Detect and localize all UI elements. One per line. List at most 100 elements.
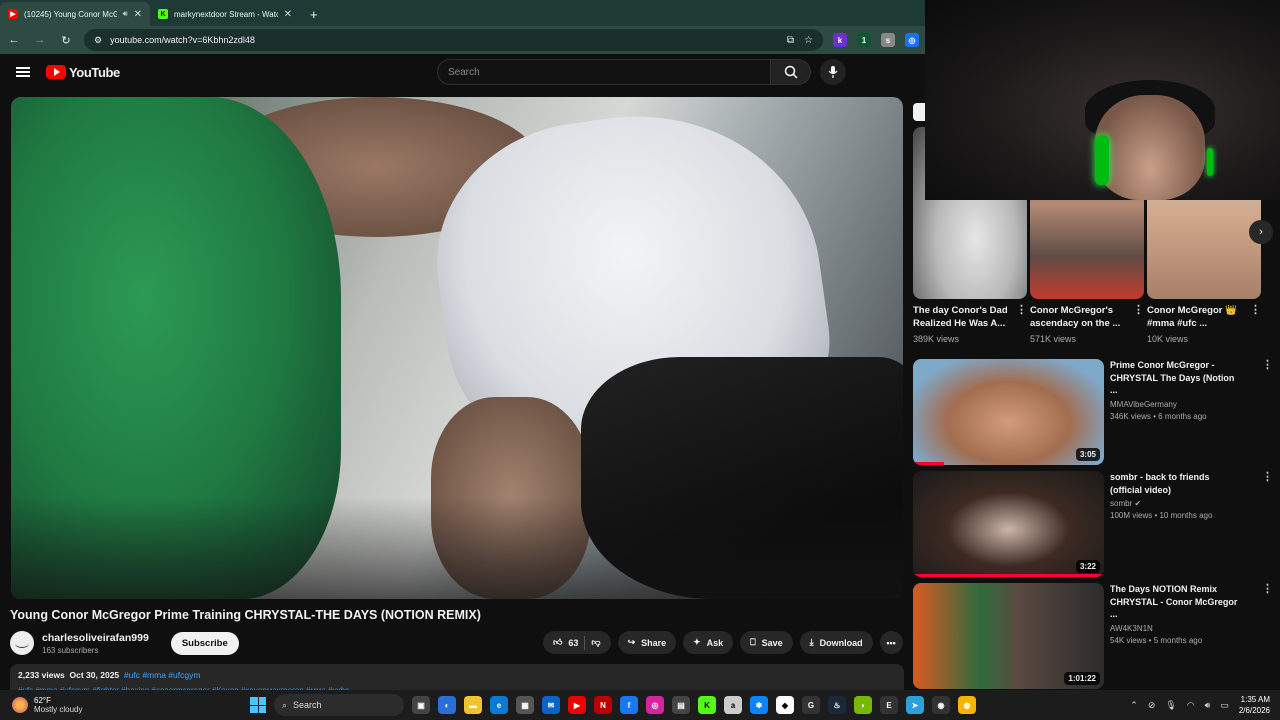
video-thumbnail[interactable]: 3:05 — [913, 359, 1104, 465]
more-actions-button[interactable]: ••• — [879, 631, 903, 654]
microphone-icon[interactable]: 🎙︎ — [1165, 700, 1176, 711]
extension-k-icon[interactable]: k — [833, 33, 847, 47]
new-tab-button[interactable]: + — [300, 2, 328, 26]
search-input[interactable]: Search — [437, 59, 771, 85]
rec-channel[interactable]: AW4K3N1N — [1110, 624, 1273, 633]
filter-chip[interactable] — [913, 103, 925, 121]
more-icon[interactable]: ⋮ — [1250, 304, 1261, 330]
voice-search-button[interactable] — [820, 59, 846, 85]
roblox-icon[interactable]: ◆ — [776, 696, 794, 714]
tab-kick[interactable]: K markynextdoor Stream - Watch ✕ — [150, 2, 300, 26]
copilot-icon[interactable]: ◐ — [438, 696, 456, 714]
shorts-next-button[interactable]: › — [1249, 220, 1273, 244]
install-icon[interactable]: ⧉ — [787, 35, 794, 46]
network-off-icon[interactable]: ⊘ — [1148, 700, 1156, 711]
weather-widget[interactable]: 62°F Mostly cloudy — [0, 696, 250, 714]
forward-icon[interactable]: → — [32, 34, 48, 46]
subscriber-count: 163 subscribers — [42, 645, 99, 655]
rec-channel[interactable]: sombr ✔ — [1110, 499, 1273, 508]
site-info-icon[interactable]: ⚙ — [94, 35, 102, 46]
recommended-video[interactable]: 3:22 sombr - back to friends (official v… — [913, 471, 1273, 577]
rec-meta: 346K views • 6 months ago — [1110, 411, 1207, 421]
like-icon[interactable]: 👍︎ — [553, 637, 562, 648]
telegram-icon[interactable]: ➤ — [906, 696, 924, 714]
netflix-icon[interactable]: N — [594, 696, 612, 714]
ask-button[interactable]: ✦ Ask — [683, 631, 734, 654]
instagram-icon[interactable]: ◎ — [646, 696, 664, 714]
obs-icon[interactable]: ◉ — [932, 696, 950, 714]
download-label: Download — [819, 637, 863, 648]
speaker-icon[interactable]: 🔊︎ — [123, 9, 128, 19]
taskbar-search[interactable]: ⌕ Search — [274, 694, 404, 716]
sparkle-icon: ✦ — [693, 637, 701, 647]
video-player[interactable] — [11, 97, 903, 599]
extension-icon[interactable]: s — [881, 33, 895, 47]
epic-games-icon[interactable]: E — [880, 696, 898, 714]
chevron-up-icon[interactable]: ⌃ — [1130, 700, 1138, 711]
short-title[interactable]: Conor McGregor 👑 #mma #ufc ... — [1147, 304, 1243, 330]
channel-avatar[interactable] — [10, 631, 34, 655]
extension-counter-icon[interactable]: 1 — [857, 33, 871, 47]
clock[interactable]: 1:35 AM 2/6/2026 — [1239, 694, 1270, 716]
hamburger-menu-icon[interactable] — [16, 67, 30, 77]
tab-title: markynextdoor Stream - Watch — [174, 9, 278, 19]
nvidia-icon[interactable]: ◗ — [854, 696, 872, 714]
search-button[interactable] — [771, 59, 811, 85]
steam-icon[interactable]: ♨ — [828, 696, 846, 714]
subscribe-button[interactable]: Subscribe — [170, 631, 239, 655]
app-icon[interactable]: G — [802, 696, 820, 714]
wifi-icon[interactable]: ◠ — [1187, 700, 1195, 711]
download-button[interactable]: ⤓ Download — [799, 631, 873, 654]
video-title: Young Conor McGregor Prime Training CHRY… — [10, 608, 481, 622]
app-icon[interactable]: ▤ — [672, 696, 690, 714]
bookmark-star-icon[interactable]: ☆ — [804, 35, 813, 46]
more-icon[interactable]: ⋮ — [1133, 304, 1144, 330]
extension-blue-icon[interactable]: ◎ — [905, 33, 919, 47]
dislike-icon[interactable]: 👎︎ — [591, 637, 600, 648]
youtube-logo[interactable]: YouTube — [46, 65, 120, 80]
hashtags[interactable]: #ufc #mma #ufcgym — [124, 670, 201, 680]
rec-channel[interactable]: MMAVibeGermany — [1110, 400, 1273, 409]
share-button[interactable]: ↪ Share — [617, 631, 677, 654]
mail-icon[interactable]: ✉ — [542, 696, 560, 714]
more-icon[interactable]: ⋮ — [1262, 583, 1273, 621]
volume-icon[interactable]: 🔊︎ — [1205, 700, 1211, 711]
facebook-icon[interactable]: f — [620, 696, 638, 714]
channel-name[interactable]: charlesoliveirafan999 — [42, 632, 149, 644]
youtube-play-icon — [46, 65, 66, 79]
store-icon[interactable]: ▦ — [516, 696, 534, 714]
start-button[interactable] — [250, 697, 266, 713]
rec-title[interactable]: The Days NOTION Remix CHRYSTAL - Conor M… — [1110, 583, 1240, 621]
like-count[interactable]: 63 — [568, 638, 578, 648]
kick-icon[interactable]: K — [698, 696, 716, 714]
tab-youtube[interactable]: ▶ (10245) Young Conor McGr 🔊︎ ✕ — [0, 2, 150, 26]
edge-icon[interactable]: e — [490, 696, 508, 714]
upload-date: Oct 30, 2025 — [69, 670, 120, 680]
file-explorer-icon[interactable]: ▬ — [464, 696, 482, 714]
save-button[interactable]: ⎕ Save — [740, 631, 793, 654]
chrome-icon[interactable]: ◍ — [958, 696, 976, 714]
amazon-icon[interactable]: a — [724, 696, 742, 714]
video-thumbnail[interactable]: 3:22 — [913, 471, 1104, 577]
rec-title[interactable]: Prime Conor McGregor - CHRYSTAL The Days… — [1110, 359, 1240, 397]
short-title[interactable]: Conor McGregor's ascendacy on the ... — [1030, 304, 1126, 330]
back-icon[interactable]: ← — [6, 34, 22, 46]
close-tab-icon[interactable]: ✕ — [284, 9, 292, 20]
weather-temp: 62°F — [34, 696, 51, 705]
address-bar[interactable]: ⚙ youtube.com/watch?v=6Kbhn2zdl48 ⧉ ☆ — [84, 29, 823, 51]
task-view-icon[interactable]: ▣ — [412, 696, 430, 714]
short-title[interactable]: The day Conor's Dad Realized He Was A... — [913, 304, 1009, 330]
recommended-video[interactable]: 1:01:22 The Days NOTION Remix CHRYSTAL -… — [913, 583, 1273, 689]
video-thumbnail[interactable]: 1:01:22 — [913, 583, 1104, 689]
app-icon[interactable]: ✱ — [750, 696, 768, 714]
youtube-app-icon[interactable]: ▶ — [568, 696, 586, 714]
more-icon[interactable]: ⋮ — [1262, 471, 1273, 496]
rec-title[interactable]: sombr - back to friends (official video) — [1110, 471, 1240, 496]
battery-icon[interactable]: ▭ — [1220, 700, 1229, 711]
recommended-video[interactable]: 3:05 Prime Conor McGregor - CHRYSTAL The… — [913, 359, 1273, 465]
more-icon[interactable]: ⋮ — [1016, 304, 1027, 330]
close-tab-icon[interactable]: ✕ — [134, 9, 142, 20]
duration-badge: 3:05 — [1075, 448, 1100, 461]
reload-icon[interactable]: ↻ — [58, 34, 74, 47]
more-icon[interactable]: ⋮ — [1262, 359, 1273, 397]
